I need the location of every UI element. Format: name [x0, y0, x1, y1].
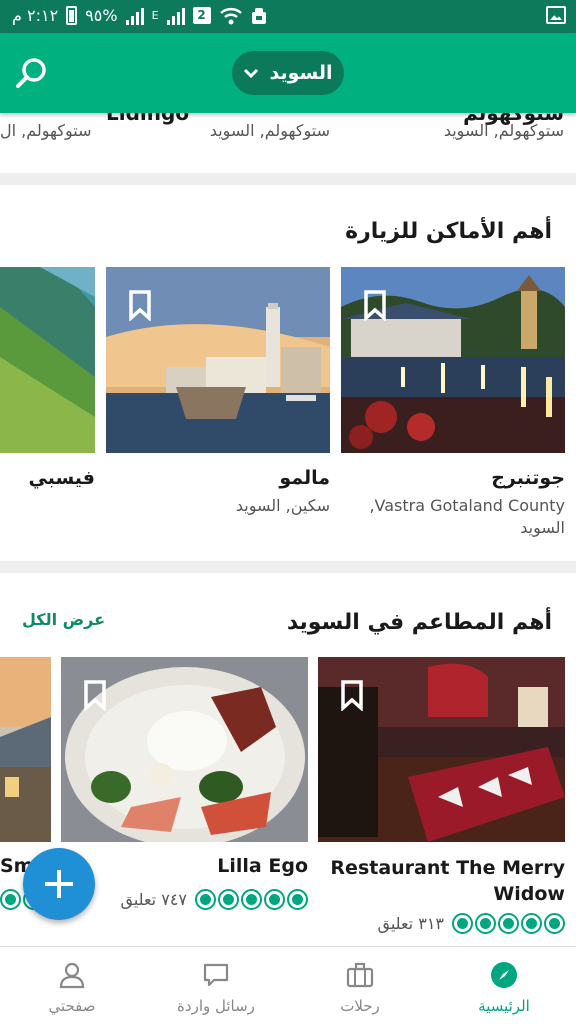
place-subtitle: Vastra Gotaland County, السويد [369, 496, 565, 537]
search-icon [16, 58, 46, 88]
add-button[interactable] [23, 848, 95, 920]
place-card[interactable]: مالمو سكين, السويد [106, 267, 330, 557]
review-count: ٣١٣ تعليق [377, 914, 444, 933]
place-image [0, 267, 95, 453]
network-type: E [151, 9, 159, 22]
bookmark-icon[interactable] [340, 679, 364, 711]
main-content: Lidingo ستوكهولم, السويد ستوكهولم ستوكهو… [0, 113, 576, 946]
bookmark-icon[interactable] [128, 289, 152, 321]
destination-subtitle: ستوكهولم, السويد [209, 121, 330, 140]
rating: ٧٤٧ تعليق [120, 889, 308, 910]
bookmark-icon[interactable] [83, 679, 107, 711]
nav-item-inbox[interactable]: رسائل واردة [144, 947, 288, 1024]
rating: ٣١٣ تعليق [377, 913, 565, 934]
place-title: فيسبي [28, 467, 95, 489]
signal-icon [125, 7, 144, 25]
nav-item-profile[interactable]: صفحتي [0, 947, 144, 1024]
destination-title: Lidingo [106, 113, 190, 125]
place-title: مالمو [279, 467, 330, 489]
message-icon [203, 963, 229, 987]
status-time: ٢:١٢ م [12, 6, 59, 25]
status-bar: ٢:١٢ م ٩٥% E 2 [0, 0, 576, 33]
review-count: ٧٤٧ تعليق [120, 890, 187, 909]
destination-subtitle: ستوكهولم, السويد [443, 121, 564, 140]
section-divider [0, 561, 576, 573]
compass-icon [491, 962, 517, 988]
section-divider [0, 173, 576, 185]
place-card[interactable]: فيسبي [0, 267, 95, 557]
section-title-places: أهم الأماكن للزيارة [345, 219, 552, 244]
chevron-down-icon [244, 68, 259, 79]
nav-label-trips: رحلات [340, 997, 380, 1015]
place-card[interactable]: جوتنبرج Vastra Gotaland County, السويد [341, 267, 565, 557]
restaurant-card[interactable]: Restaurant The Merry Widow ٣١٣ تعليق [318, 657, 565, 942]
country-label: السويد [269, 62, 333, 84]
suitcase-icon [346, 962, 374, 988]
battery-icon [66, 6, 78, 25]
country-selector[interactable]: السويد [232, 51, 344, 95]
nav-label-profile: صفحتي [48, 997, 96, 1015]
bottom-navigation: الرئيسية رحلات رسائل واردة صفحتي [0, 946, 576, 1024]
nav-label-inbox: رسائل واردة [177, 997, 255, 1015]
rating-bubbles [452, 913, 565, 934]
battery-level: ٩٥% [85, 6, 118, 25]
search-button[interactable] [12, 53, 52, 93]
sim-slot-badge: 2 [192, 7, 211, 24]
bookmark-icon[interactable] [363, 289, 387, 321]
section-title-restaurants: أهم المطاعم في السويد [286, 610, 552, 635]
place-title: جوتنبرج [491, 467, 565, 489]
restaurant-title: Lilla Ego [217, 855, 308, 877]
nav-item-trips[interactable]: رحلات [288, 947, 432, 1024]
profile-icon [59, 962, 85, 989]
app-bar: السويد [0, 33, 576, 113]
nav-label-home: الرئيسية [478, 997, 530, 1015]
wifi-icon [219, 7, 242, 24]
place-subtitle: سكين, السويد [235, 496, 330, 515]
signal-icon-2 [166, 7, 185, 25]
destination-subtitle: ستوكهولم, ال [0, 121, 92, 140]
view-all-link[interactable]: عرض الكل [22, 610, 105, 629]
android-notification-icon [251, 7, 266, 24]
restaurant-image [0, 657, 51, 842]
nav-item-home[interactable]: الرئيسية [432, 947, 576, 1024]
rating-bubbles [195, 889, 308, 910]
previous-destinations-row: Lidingo ستوكهولم, السويد ستوكهولم ستوكهو… [0, 113, 576, 171]
gallery-icon [546, 6, 566, 24]
restaurant-card[interactable]: Lilla Ego ٧٤٧ تعليق [61, 657, 308, 942]
restaurant-title: Restaurant The Merry Widow [330, 857, 565, 905]
